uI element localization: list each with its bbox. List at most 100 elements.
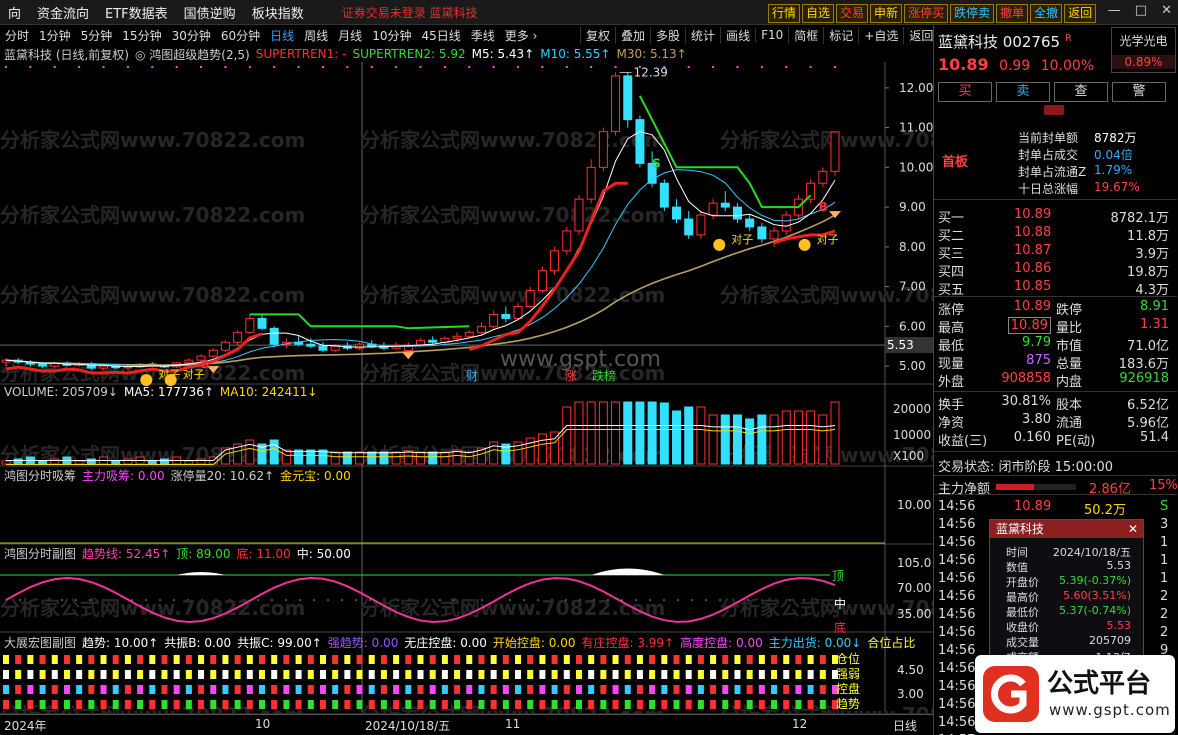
toolbar-button-6[interactable]: 简框 <box>788 26 823 44</box>
quick-button-6[interactable]: 撤单 <box>996 4 1029 23</box>
signal-square <box>649 670 656 679</box>
quick-button-3[interactable]: 申新 <box>870 4 903 23</box>
toolbar-button-7[interactable]: 标记 <box>823 26 858 44</box>
quick-button-7[interactable]: 全撤 <box>1030 4 1063 23</box>
signal-square <box>405 670 412 679</box>
period-tab-4[interactable]: 30分钟 <box>167 27 216 44</box>
panel5_legend-item: 主力出货: 0.00↓ <box>768 635 862 650</box>
signal-square <box>661 670 668 679</box>
period-tab-10[interactable]: 45日线 <box>416 27 465 44</box>
volume-bar <box>696 406 706 465</box>
signal-square <box>539 685 546 694</box>
period-tab-3[interactable]: 15分钟 <box>117 27 166 44</box>
signal-square <box>441 670 448 679</box>
signal-dot <box>200 66 203 68</box>
toolbar-button-1[interactable]: 叠加 <box>615 26 650 44</box>
expand-handle[interactable] <box>1044 105 1064 115</box>
fund-value: 51.4 <box>1140 430 1169 445</box>
candle-body <box>476 325 486 333</box>
candle-body <box>330 345 340 351</box>
stock-name: 蓝黛科技 <box>938 33 999 51</box>
menu-item-3[interactable]: 国债逆购 <box>176 3 244 22</box>
period-tab-7[interactable]: 周线 <box>299 27 333 44</box>
panel5_legend-item: 无庄控盘: 0.00 <box>404 635 487 650</box>
signal-square <box>234 685 241 694</box>
signal-square <box>429 655 436 664</box>
signal-square <box>636 655 643 664</box>
signal-square <box>783 700 790 709</box>
minimize-icon[interactable]: — <box>1108 3 1121 18</box>
menu-item-1[interactable]: 资金流向 <box>29 3 97 22</box>
period-tab-12[interactable]: 更多 › <box>500 27 543 44</box>
panel4-top-label: 顶 <box>832 569 844 583</box>
signal-square <box>307 700 314 709</box>
menu-item-4[interactable]: 板块指数 <box>244 3 312 22</box>
signal-square <box>588 685 595 694</box>
diamond-icon <box>402 352 415 360</box>
maximize-icon[interactable]: □ <box>1135 3 1147 18</box>
quote-label: 最高 <box>938 321 965 336</box>
period-tab-11[interactable]: 季线 <box>466 27 500 44</box>
popup-close-icon[interactable]: ✕ <box>1128 520 1138 538</box>
trade-button-1[interactable]: 卖 <box>996 82 1050 102</box>
quick-button-8[interactable]: 返回 <box>1064 4 1097 23</box>
toolbar-button-8[interactable]: +自选 <box>858 26 903 44</box>
tick-time: 14:56 <box>938 517 976 532</box>
panel5-tick: 4.50 <box>897 663 924 677</box>
limit-info-value: 8782万 <box>1094 131 1137 145</box>
sector-pct: 0.89% <box>1112 55 1175 69</box>
fund-label: 净资 <box>938 416 965 431</box>
signal-dot <box>736 66 739 68</box>
trade-button-0[interactable]: 买 <box>938 82 992 102</box>
tick-side: S <box>1160 499 1169 514</box>
signal-square <box>368 700 375 709</box>
signal-square <box>478 655 485 664</box>
menu-item-2[interactable]: ETF数据表 <box>97 3 176 22</box>
volume-bar <box>1 460 11 465</box>
menu-item-0[interactable]: 向 <box>0 3 29 22</box>
quick-button-0[interactable]: 行情 <box>768 4 801 23</box>
toolbar-button-3[interactable]: 统计 <box>685 26 720 44</box>
signal-square <box>466 685 473 694</box>
signal-square <box>76 685 83 694</box>
panel4-mid-label: 中 <box>834 596 846 611</box>
period-tab-6[interactable]: 日线 <box>265 27 299 44</box>
quick-button-5[interactable]: 跌停卖 <box>950 4 995 23</box>
signal-square <box>612 655 619 664</box>
close-icon[interactable]: ✕ <box>1161 3 1172 18</box>
period-tab-5[interactable]: 60分钟 <box>216 27 265 44</box>
signal-square <box>771 655 778 664</box>
signal-dot <box>541 66 544 68</box>
signal-dot <box>760 66 763 68</box>
quick-button-1[interactable]: 自选 <box>802 4 835 23</box>
period-tab-8[interactable]: 月线 <box>333 27 367 44</box>
signal-square <box>588 700 595 709</box>
toolbar-button-2[interactable]: 多股 <box>650 26 685 44</box>
toolbar-button-5[interactable]: F10 <box>755 28 788 42</box>
panel3_legend-item: 涨停量20: 10.62↑ <box>170 468 275 483</box>
signal-square <box>380 670 387 679</box>
signal-square <box>527 670 534 679</box>
quote-value: 875 <box>1026 353 1051 368</box>
signal-square <box>307 655 314 664</box>
trade-button-3[interactable]: 警 <box>1112 82 1166 102</box>
toolbar-button-0[interactable]: 复权 <box>580 26 615 44</box>
signal-square <box>429 685 436 694</box>
toolbar-button-4[interactable]: 画线 <box>720 26 755 44</box>
period-tab-0[interactable]: 分时 <box>0 27 34 44</box>
quick-button-2[interactable]: 交易 <box>836 4 869 23</box>
period-tab-1[interactable]: 1分钟 <box>34 27 76 44</box>
signal-square <box>454 670 461 679</box>
signal-square <box>344 700 351 709</box>
signal-square <box>624 655 631 664</box>
panel5_legend-item: 强趋势: 0.00 <box>327 635 399 650</box>
sector-box[interactable]: 光学光电 0.89% <box>1111 27 1176 73</box>
tick-side: 2 <box>1160 589 1169 604</box>
period-tab-2[interactable]: 5分钟 <box>76 27 118 44</box>
period-tab-9[interactable]: 10分钟 <box>367 27 416 44</box>
trade-button-2[interactable]: 查 <box>1054 82 1108 102</box>
candle-body <box>611 75 621 133</box>
signal-square <box>27 685 34 694</box>
signal-square <box>307 670 314 679</box>
quick-button-4[interactable]: 涨停买 <box>904 4 949 23</box>
